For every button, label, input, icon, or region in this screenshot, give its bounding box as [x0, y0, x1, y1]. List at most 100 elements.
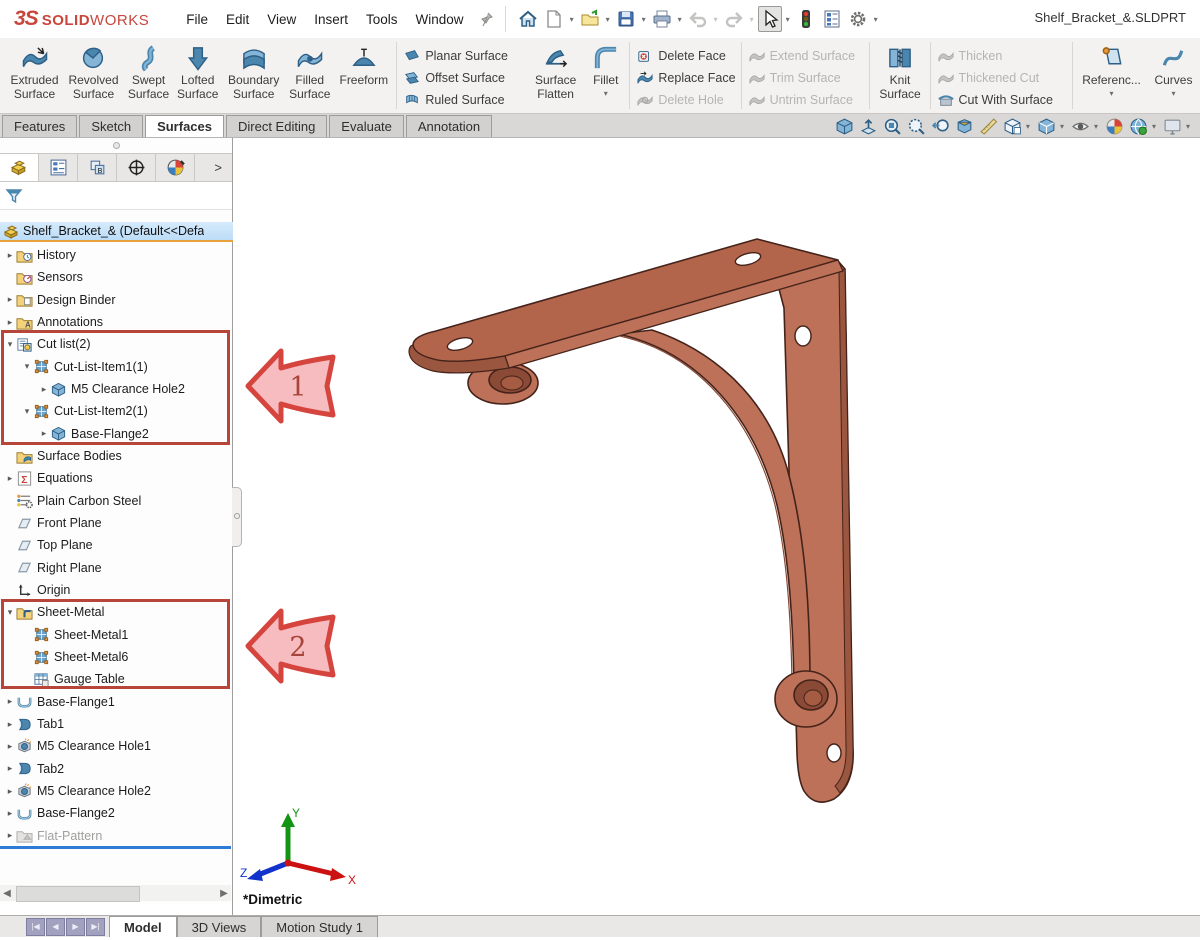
menu-view[interactable]: View	[258, 8, 305, 31]
scrollbar-thumb[interactable]	[16, 886, 140, 902]
tree-item-history[interactable]: ▸History	[0, 244, 233, 266]
section-view-button[interactable]	[955, 117, 974, 136]
extruded-surface-button[interactable]: ExtrudedSurface	[6, 38, 63, 113]
curves-button[interactable]: Curves▾	[1147, 38, 1200, 113]
lofted-surface-button[interactable]: LoftedSurface	[173, 38, 222, 113]
panel-drag-handle[interactable]	[0, 138, 232, 153]
dropdown-arrow-icon[interactable]: ▾	[874, 15, 878, 24]
tab-direct-editing[interactable]: Direct Editing	[226, 115, 327, 137]
expander-collapsed-icon[interactable]: ▸	[4, 786, 16, 797]
home-button[interactable]	[516, 6, 540, 32]
first-tab-button[interactable]: |◀	[26, 918, 45, 936]
dropdown-arrow-icon[interactable]: ▾	[604, 89, 608, 98]
replace-face-button[interactable]: Replace Face	[633, 67, 737, 89]
menu-window[interactable]: Window	[407, 8, 473, 31]
pin-icon[interactable]	[479, 11, 495, 27]
panel-tab-propertymanager[interactable]	[39, 154, 78, 181]
revolved-surface-button[interactable]: RevolvedSurface	[63, 38, 124, 113]
boundary-surface-button[interactable]: BoundarySurface	[222, 38, 285, 113]
dropdown-arrow-icon[interactable]: ▾	[786, 15, 790, 24]
trim-surface-button[interactable]: Trim Surface	[745, 67, 867, 89]
expander-collapsed-icon[interactable]: ▸	[4, 696, 16, 707]
expander-collapsed-icon[interactable]: ▸	[4, 294, 16, 305]
next-tab-button[interactable]: ▶	[66, 918, 85, 936]
zoom-to-fit-button[interactable]	[883, 117, 902, 136]
expander-collapsed-icon[interactable]: ▸	[4, 830, 16, 841]
tree-item-plain-carbon-steel[interactable]: Plain Carbon Steel	[0, 490, 233, 512]
tab-features[interactable]: Features	[2, 115, 77, 137]
extend-surface-button[interactable]: Extend Surface	[745, 45, 867, 67]
tree-item-m5-clearance-hole2[interactable]: ▸M5 Clearance Hole2	[0, 780, 233, 802]
dropdown-arrow-icon[interactable]: ▾	[678, 15, 682, 24]
dropdown-arrow-icon[interactable]: ▾	[1171, 89, 1175, 98]
tree-item-origin[interactable]: Origin	[0, 579, 233, 601]
dropdown-arrow-icon[interactable]: ▾	[642, 15, 646, 24]
scroll-right-arrow[interactable]: ▶	[217, 888, 231, 899]
annotation-views-button[interactable]	[979, 117, 998, 136]
expander-collapsed-icon[interactable]: ▸	[4, 250, 16, 261]
panel-tab-configurationmanager[interactable]: B	[78, 154, 117, 181]
thicken-button[interactable]: Thicken	[934, 45, 1070, 67]
panel-tab-displaymanager[interactable]	[156, 154, 195, 181]
delete-face-button[interactable]: Delete Face	[633, 45, 737, 67]
dropdown-arrow-icon[interactable]: ▾	[714, 15, 718, 24]
dropdown-arrow-icon[interactable]: ▾	[750, 15, 754, 24]
tree-item-sensors[interactable]: Sensors	[0, 266, 233, 288]
offset-surface-button[interactable]: Offset Surface	[400, 67, 526, 89]
scroll-left-arrow[interactable]: ◀	[0, 888, 14, 899]
untrim-surface-button[interactable]: Untrim Surface	[745, 89, 867, 111]
expander-collapsed-icon[interactable]: ▸	[4, 473, 16, 484]
rollback-bar[interactable]	[0, 846, 231, 849]
delete-hole-button[interactable]: Delete Hole	[633, 89, 737, 111]
dropdown-arrow-icon[interactable]: ▾	[1026, 122, 1030, 131]
swept-surface-button[interactable]: SweptSurface	[124, 38, 173, 113]
dropdown-arrow-icon[interactable]: ▾	[1152, 122, 1156, 131]
referenc-button[interactable]: Referenc...▾	[1076, 38, 1147, 113]
panel-tab-featuremanager[interactable]	[0, 154, 39, 181]
doc-tab-model[interactable]: Model	[109, 916, 177, 937]
tree-root-item-selected[interactable]: Shelf_Bracket_& (Default<<Defa	[0, 222, 233, 242]
tab-evaluate[interactable]: Evaluate	[329, 115, 404, 137]
menu-file[interactable]: File	[177, 8, 217, 31]
filter-input[interactable]	[27, 185, 232, 207]
edit-appearance-button[interactable]	[1105, 117, 1124, 136]
fillet-button[interactable]: Fillet▾	[585, 38, 626, 113]
display-style-button[interactable]: ▾	[1037, 117, 1066, 136]
save-button[interactable]	[614, 6, 638, 32]
tab-surfaces[interactable]: Surfaces	[145, 115, 224, 137]
rebuild-traffic-light-button[interactable]	[794, 6, 818, 32]
menu-edit[interactable]: Edit	[217, 8, 258, 31]
last-tab-button[interactable]: ▶|	[86, 918, 105, 936]
zoom-to-area-button[interactable]	[907, 117, 926, 136]
dropdown-arrow-icon[interactable]: ▾	[1110, 89, 1114, 98]
expander-collapsed-icon[interactable]: ▸	[4, 719, 16, 730]
tree-item-base-flange1[interactable]: ▸Base-Flange1	[0, 691, 233, 713]
select-button[interactable]	[758, 6, 782, 32]
tree-item-m5-clearance-hole1[interactable]: ▸M5 Clearance Hole1	[0, 735, 233, 757]
tree-item-tab1[interactable]: ▸Tab1	[0, 713, 233, 735]
ruled-surface-button[interactable]: Ruled Surface	[400, 89, 526, 111]
tab-annotation[interactable]: Annotation	[406, 115, 492, 137]
tree-item-flat-pattern[interactable]: ▸Flat-Pattern	[0, 825, 233, 847]
menu-insert[interactable]: Insert	[305, 8, 357, 31]
planar-surface-button[interactable]: Planar Surface	[400, 45, 526, 67]
previous-view-button[interactable]	[931, 117, 950, 136]
dropdown-arrow-icon[interactable]: ▾	[570, 15, 574, 24]
doc-tab-3d-views[interactable]: 3D Views	[177, 916, 262, 937]
view-orientation-button[interactable]: ▾	[1003, 117, 1032, 136]
new-document-button[interactable]	[542, 6, 566, 32]
tree-item-surface-bodies[interactable]: Surface Bodies	[0, 445, 233, 467]
normal-to-button[interactable]	[859, 117, 878, 136]
undo-button[interactable]	[686, 6, 710, 32]
tree-item-right-plane[interactable]: Right Plane	[0, 557, 233, 579]
dropdown-arrow-icon[interactable]: ▾	[1186, 122, 1190, 131]
thickened-cut-button[interactable]: Thickened Cut	[934, 67, 1070, 89]
tab-sketch[interactable]: Sketch	[79, 115, 143, 137]
cut-with-surface-button[interactable]: Cut With Surface	[934, 89, 1070, 111]
tree-item-design-binder[interactable]: ▸Design Binder	[0, 289, 233, 311]
surface-flatten-button[interactable]: SurfaceFlatten	[526, 38, 585, 113]
settings-gear-button[interactable]	[846, 6, 870, 32]
knit-surface-button[interactable]: KnitSurface	[873, 38, 926, 113]
panel-flyout-arrow[interactable]: >	[195, 154, 232, 181]
freeform-button[interactable]: Freeform	[334, 38, 393, 113]
